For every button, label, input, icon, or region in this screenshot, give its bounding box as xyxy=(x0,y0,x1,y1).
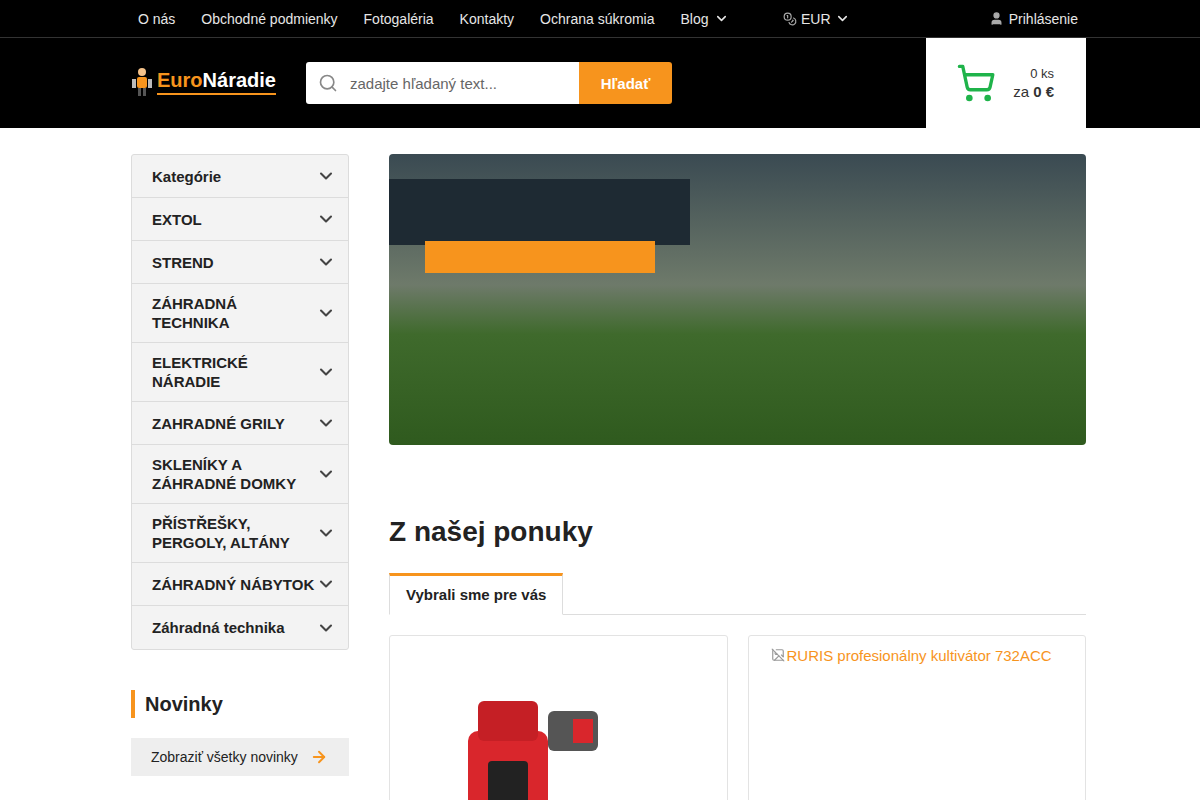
logo[interactable]: EuroNáradie xyxy=(131,67,306,100)
login-link[interactable]: Prihlásenie xyxy=(989,11,1078,27)
user-icon xyxy=(989,11,1004,26)
top-link[interactable]: Kontakty xyxy=(460,11,514,27)
product-image-alt: RURIS profesionálny kultivátor 732ACC xyxy=(771,646,1052,665)
chevron-down-icon xyxy=(316,303,336,323)
top-links: O nás Obchodné podmienky Fotogaléria Kontak… xyxy=(138,11,783,27)
sidebar-item[interactable]: SKLENÍKY A ZÁHRADNÉ DOMKY xyxy=(132,445,348,504)
banner-plate xyxy=(389,179,690,245)
top-bar: O nás Obchodné podmienky Fotogaléria Kontak… xyxy=(0,0,1200,38)
top-link[interactable]: Ochrana súkromia xyxy=(540,11,654,27)
sidebar-item[interactable]: PŘÍSTŘEŠKY, PERGOLY, ALTÁNY xyxy=(132,504,348,563)
sidebar: KategórieEXTOLSTRENDZÁHRADNÁ TECHNIKAELE… xyxy=(131,154,349,800)
chevron-down-icon xyxy=(835,11,850,26)
news-title: Novinky xyxy=(131,690,349,718)
chevron-down-icon xyxy=(316,166,336,186)
product-card[interactable] xyxy=(389,635,728,800)
search-form: Hľadať xyxy=(306,62,672,104)
sidebar-item[interactable]: ZÁHRADNÁ TECHNIKA xyxy=(132,284,348,343)
chevron-down-icon xyxy=(316,464,336,484)
chevron-down-icon xyxy=(316,618,336,638)
top-link[interactable]: Obchodné podmienky xyxy=(201,11,337,27)
cart[interactable]: 0 ksza 0 € xyxy=(926,38,1086,128)
sidebar-item[interactable]: Záhradná technika xyxy=(132,606,348,649)
section-title: Z našej ponuky xyxy=(389,515,1086,549)
banner[interactable] xyxy=(389,154,1086,445)
sidebar-item[interactable]: ELEKTRICKÉ NÁRADIE xyxy=(132,343,348,402)
chevron-down-icon xyxy=(316,574,336,594)
search-input[interactable] xyxy=(348,74,579,93)
top-link[interactable]: O nás xyxy=(138,11,175,27)
sidebar-item[interactable]: ZÁHRADNÝ NÁBYTOK xyxy=(132,563,348,606)
content: Z našej ponuky Vybrali sme pre vás RURIS p… xyxy=(389,154,1086,800)
arrow-right-icon xyxy=(310,748,328,766)
cart-count: 0 ks xyxy=(1013,65,1054,83)
sidebar-item[interactable]: EXTOL xyxy=(132,198,348,241)
chevron-down-icon xyxy=(714,11,729,26)
coins-icon xyxy=(783,12,797,26)
top-link[interactable]: Blog xyxy=(680,11,728,27)
broken-image-icon xyxy=(771,648,785,662)
tab[interactable]: Vybrali sme pre vás xyxy=(389,573,563,615)
banner-strip xyxy=(425,241,655,273)
cart-total: za 0 € xyxy=(1013,83,1054,101)
chevron-down-icon xyxy=(316,523,336,543)
product-image-icon xyxy=(458,691,658,800)
logo-icon xyxy=(131,67,153,97)
chevron-down-icon xyxy=(316,362,336,382)
search-icon xyxy=(318,73,338,93)
currency-select[interactable]: EUR xyxy=(783,11,989,27)
chevron-down-icon xyxy=(316,252,336,272)
header: EuroNáradie Hľadať 0 ksza 0 € xyxy=(0,38,1200,128)
product-card[interactable]: RURIS profesionálny kultivátor 732ACC xyxy=(748,635,1087,800)
search-button[interactable]: Hľadať xyxy=(579,62,672,104)
chevron-down-icon xyxy=(316,413,336,433)
news-link[interactable]: Zobraziť všetky novinky xyxy=(131,738,349,776)
sidebar-item[interactable]: STREND xyxy=(132,241,348,284)
tabs: Vybrali sme pre vás xyxy=(389,573,1086,615)
sidebar-item[interactable]: ZAHRADNÉ GRILY xyxy=(132,402,348,445)
top-link[interactable]: Fotogaléria xyxy=(364,11,434,27)
cart-icon xyxy=(956,63,996,103)
chevron-down-icon xyxy=(316,209,336,229)
sidebar-item[interactable]: Kategórie xyxy=(132,155,348,198)
